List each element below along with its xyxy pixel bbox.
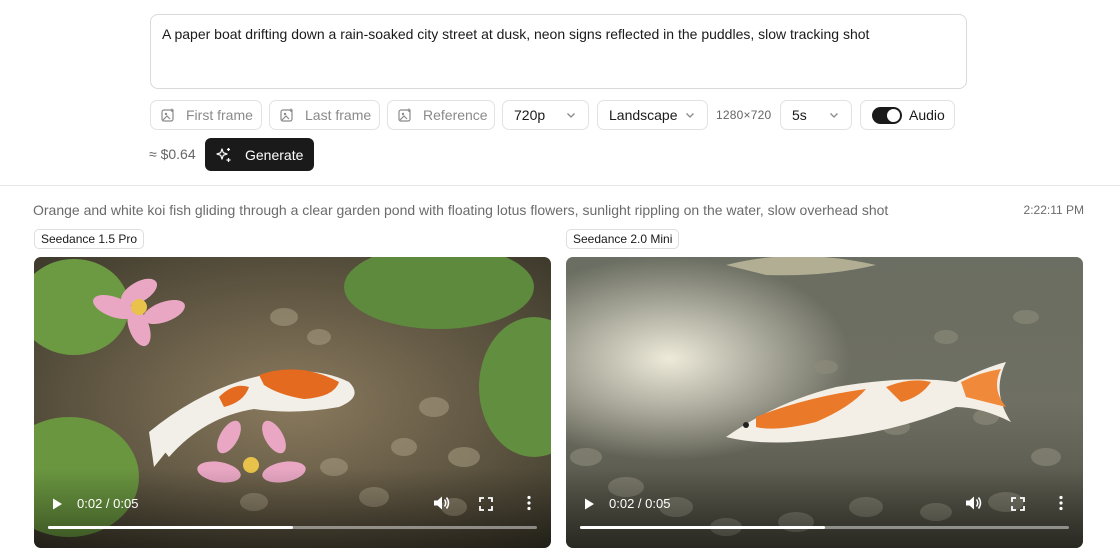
reference-label: Reference bbox=[423, 107, 488, 123]
history-timestamp: 2:22:11 PM bbox=[1023, 203, 1084, 217]
resolution-select[interactable]: 720p bbox=[502, 100, 589, 130]
model-badge: Seedance 1.5 Pro bbox=[34, 229, 145, 249]
first-frame-button[interactable]: First frame bbox=[150, 100, 262, 130]
video-time: 0:02 / 0:05 bbox=[77, 496, 139, 511]
resolution-value: 720p bbox=[514, 107, 546, 123]
reference-button[interactable]: Reference bbox=[387, 100, 495, 130]
video-time: 0:02 / 0:05 bbox=[609, 496, 671, 511]
more-options-icon[interactable] bbox=[526, 495, 532, 511]
image-add-icon bbox=[161, 108, 174, 122]
history-prompt: Orange and white koi fish gliding throug… bbox=[33, 202, 889, 218]
video-player[interactable]: 0:02 / 0:05 bbox=[566, 257, 1083, 548]
video-progress-bar[interactable] bbox=[48, 526, 537, 529]
volume-icon[interactable] bbox=[965, 495, 983, 511]
fullscreen-icon[interactable] bbox=[479, 497, 493, 511]
last-frame-button[interactable]: Last frame bbox=[269, 100, 380, 130]
duration-select[interactable]: 5s bbox=[780, 100, 852, 130]
video-progress-bar[interactable] bbox=[580, 526, 1069, 529]
duration-value: 5s bbox=[792, 107, 807, 123]
audio-toggle[interactable]: Audio bbox=[860, 100, 955, 130]
cost-estimate: ≈ $0.64 bbox=[149, 146, 196, 162]
generate-label: Generate bbox=[245, 146, 304, 163]
fullscreen-icon[interactable] bbox=[1011, 497, 1025, 511]
more-options-icon[interactable] bbox=[1058, 495, 1064, 511]
model-badge: Seedance 2.0 Mini bbox=[566, 229, 680, 249]
chevron-down-icon bbox=[567, 113, 575, 118]
chevron-down-icon bbox=[830, 113, 838, 118]
section-divider bbox=[0, 185, 1120, 186]
last-frame-label: Last frame bbox=[305, 107, 372, 123]
first-frame-label: First frame bbox=[186, 107, 253, 123]
dimensions-label: 1280×720 bbox=[716, 108, 772, 122]
orientation-select[interactable]: Landscape bbox=[597, 100, 708, 130]
image-add-icon bbox=[398, 108, 411, 122]
play-icon[interactable] bbox=[50, 497, 64, 511]
generate-button[interactable]: Generate bbox=[205, 138, 314, 171]
sparkles-icon bbox=[216, 147, 231, 162]
play-icon[interactable] bbox=[582, 497, 596, 511]
prompt-textarea[interactable]: A paper boat drifting down a rain-soaked… bbox=[150, 14, 967, 89]
video-player[interactable]: 0:02 / 0:05 bbox=[34, 257, 551, 548]
chevron-down-icon bbox=[686, 113, 694, 118]
volume-icon[interactable] bbox=[433, 495, 451, 511]
audio-switch[interactable] bbox=[872, 106, 902, 124]
image-add-icon bbox=[280, 108, 293, 122]
orientation-value: Landscape bbox=[609, 107, 678, 123]
audio-label: Audio bbox=[909, 107, 945, 123]
